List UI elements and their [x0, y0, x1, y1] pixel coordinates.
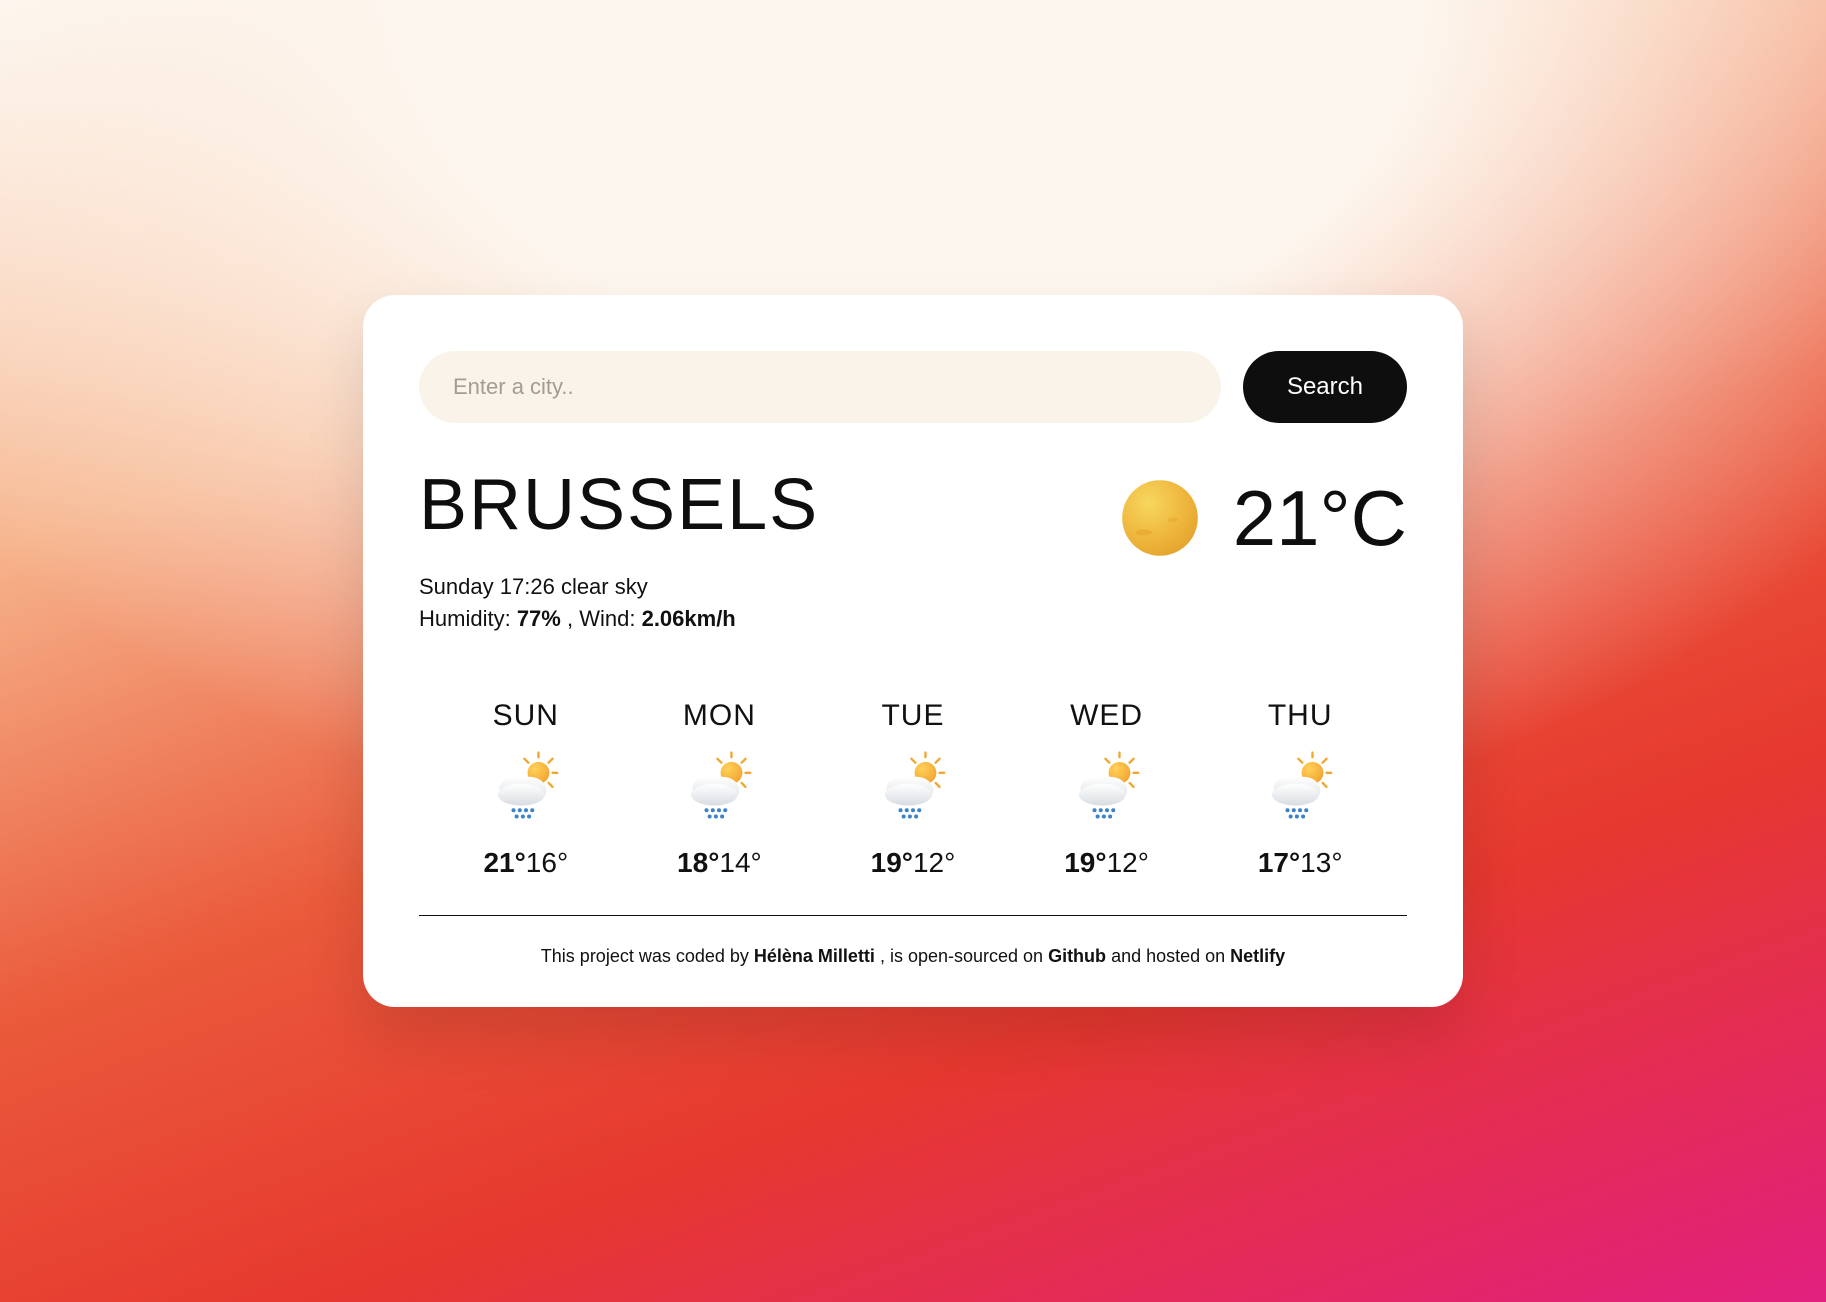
meta-line-2: Humidity: 77% , Wind: 2.06km/h	[419, 603, 1085, 635]
rain-sun-icon	[1261, 751, 1339, 829]
rain-sun-icon	[680, 751, 758, 829]
forecast-day-name: SUN	[493, 699, 559, 733]
footer-text: This project was coded by	[541, 946, 754, 966]
current-left: BRUSSELS Sunday 17:26 clear sky Humidity…	[419, 469, 1085, 635]
forecast-day-name: TUE	[881, 699, 944, 733]
weather-card: Search BRUSSELS Sunday 17:26 clear sky H…	[363, 295, 1463, 1007]
netlify-link[interactable]: Netlify	[1230, 946, 1285, 966]
wind-value: 2.06km/h	[642, 606, 736, 631]
forecast-hi: 21°	[483, 847, 525, 878]
forecast-temps: 17°13°	[1258, 847, 1343, 879]
github-link[interactable]: Github	[1048, 946, 1106, 966]
footer: This project was coded by Hélèna Millett…	[419, 946, 1407, 967]
city-search-input[interactable]	[419, 351, 1221, 423]
footer-text: and hosted on	[1111, 946, 1230, 966]
forecast-lo: 12°	[913, 847, 955, 878]
city-name: BRUSSELS	[419, 469, 1085, 541]
forecast-lo: 13°	[1300, 847, 1342, 878]
forecast-hi: 18°	[677, 847, 719, 878]
rain-sun-icon	[1068, 751, 1146, 829]
forecast-lo: 14°	[719, 847, 761, 878]
forecast-day: THU 17°13°	[1203, 699, 1397, 879]
forecast-day: MON 18°14°	[623, 699, 817, 879]
search-row: Search	[419, 351, 1407, 423]
forecast-temps: 21°16°	[483, 847, 568, 879]
footer-text: , is open-sourced on	[880, 946, 1048, 966]
forecast-lo: 16°	[526, 847, 568, 878]
forecast-day: WED 19°12°	[1010, 699, 1204, 879]
meta-line-1: Sunday 17:26 clear sky	[419, 571, 1085, 603]
humidity-label: Humidity:	[419, 606, 511, 631]
forecast-temps: 19°12°	[871, 847, 956, 879]
forecast-day-name: THU	[1268, 699, 1333, 733]
footer-author: Hélèna Milletti	[754, 946, 875, 966]
forecast-temps: 19°12°	[1064, 847, 1149, 879]
forecast-day: SUN 21°16°	[429, 699, 623, 879]
forecast-day-name: MON	[683, 699, 756, 733]
clear-sun-icon	[1115, 473, 1205, 563]
forecast-day: TUE 19°12°	[816, 699, 1010, 879]
rain-sun-icon	[487, 751, 565, 829]
wind-label: , Wind:	[567, 606, 635, 631]
current-temperature: 21°C	[1233, 479, 1407, 557]
forecast-lo: 12°	[1107, 847, 1149, 878]
forecast-hi: 19°	[1064, 847, 1106, 878]
meta-day: Sunday	[419, 574, 494, 599]
forecast-hi: 17°	[1258, 847, 1300, 878]
meta-desc: clear sky	[561, 574, 648, 599]
rain-sun-icon	[874, 751, 952, 829]
search-button[interactable]: Search	[1243, 351, 1407, 423]
forecast-temps: 18°14°	[677, 847, 762, 879]
forecast-row: SUN 21°16°	[419, 699, 1407, 916]
current-right: 21°C	[1115, 473, 1407, 563]
humidity-value: 77%	[517, 606, 561, 631]
meta-time: 17:26	[500, 574, 555, 599]
current-weather: BRUSSELS Sunday 17:26 clear sky Humidity…	[419, 469, 1407, 635]
forecast-hi: 19°	[871, 847, 913, 878]
current-meta: Sunday 17:26 clear sky Humidity: 77% , W…	[419, 571, 1085, 635]
forecast-day-name: WED	[1070, 699, 1143, 733]
